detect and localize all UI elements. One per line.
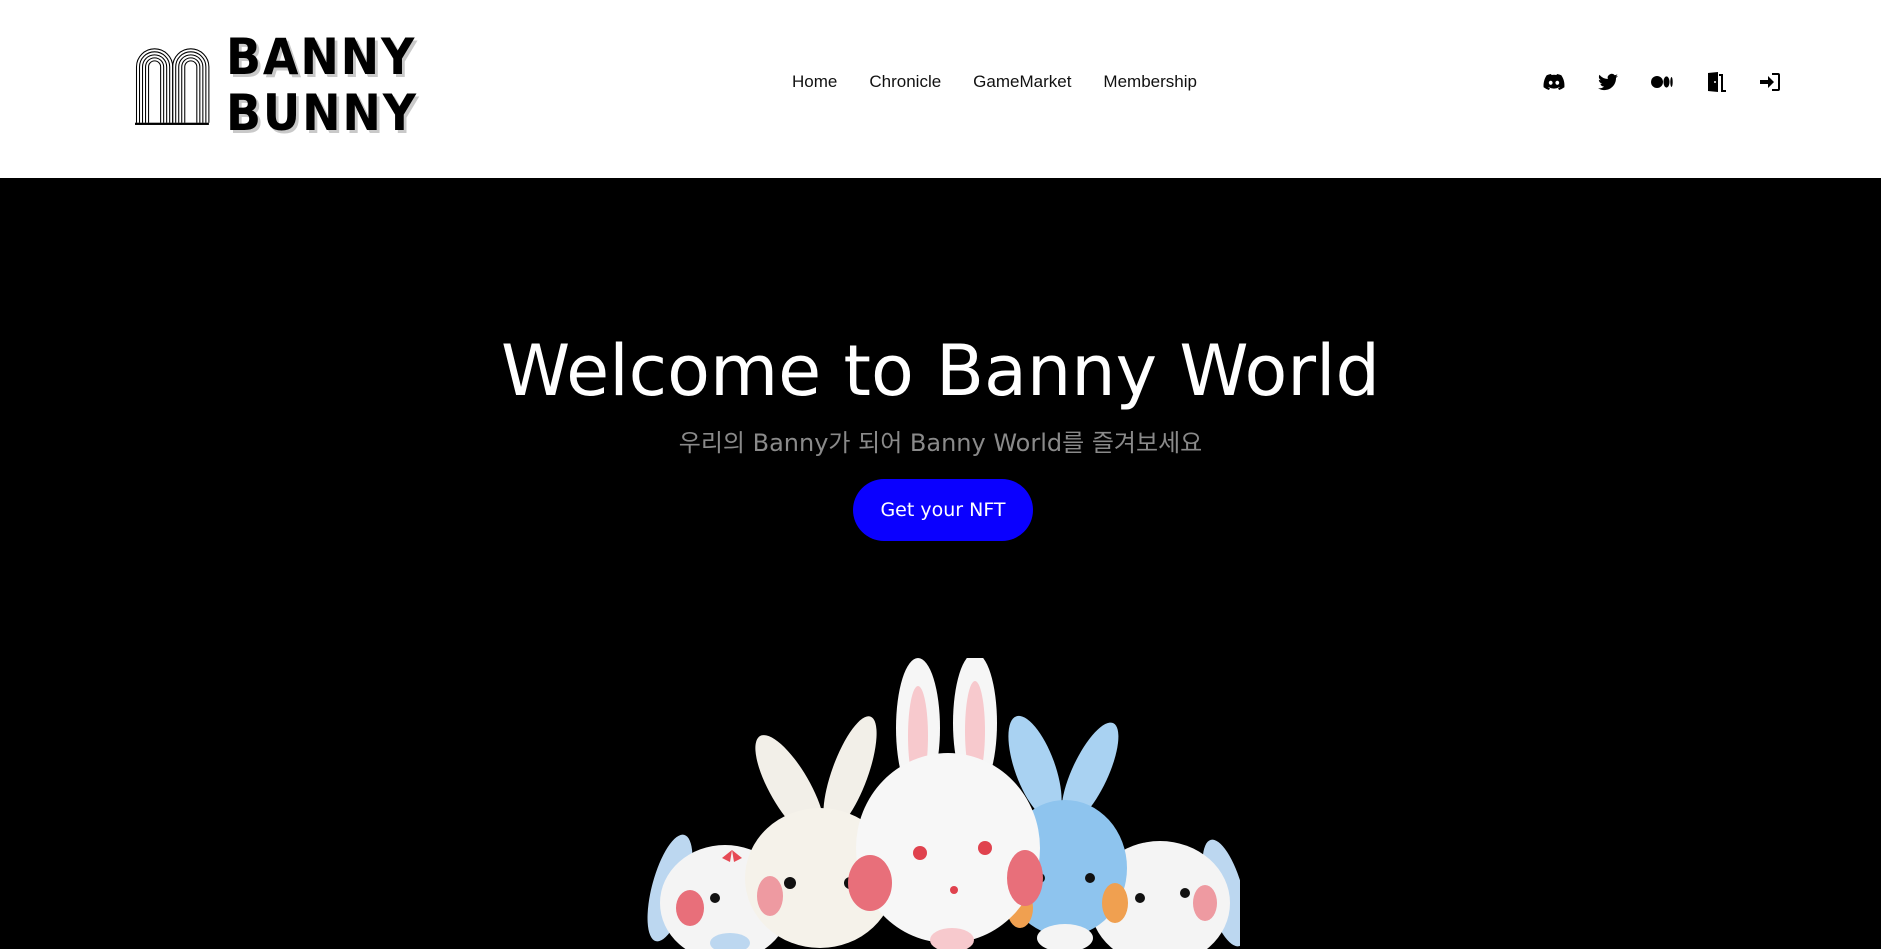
brand-logo[interactable]: BANNY BUNNY (135, 29, 435, 141)
main-nav: Home Chronicle GameMarket Membership (792, 72, 1197, 92)
get-nft-button[interactable]: Get your NFT (853, 479, 1033, 541)
nav-gamemarket[interactable]: GameMarket (973, 72, 1071, 92)
hero-section: Welcome to Banny World 우리의 Banny가 되어 Ban… (0, 178, 1881, 949)
nav-membership[interactable]: Membership (1103, 72, 1197, 92)
hero-subtitle: 우리의 Banny가 되어 Banny World를 즐겨보세요 (678, 429, 1203, 457)
nav-chronicle[interactable]: Chronicle (869, 72, 941, 92)
nav-home[interactable]: Home (792, 72, 837, 92)
bunny-center (848, 658, 1043, 949)
door-icon[interactable] (1704, 70, 1728, 94)
twitter-icon[interactable] (1596, 70, 1620, 94)
discord-icon[interactable] (1542, 70, 1566, 94)
brand-line-1: BANNY (226, 28, 417, 86)
brand-wordmark: BANNY BUNNY (226, 29, 418, 141)
brand-line-2: BUNNY (226, 84, 419, 142)
medium-icon[interactable] (1650, 70, 1674, 94)
hero-title: Welcome to Banny World (501, 330, 1380, 412)
logo-arches-icon (135, 48, 210, 125)
site-header: BANNY BUNNY Home Chronicle GameMarket Me… (0, 0, 1881, 178)
header-icons (1542, 70, 1782, 94)
sign-in-icon[interactable] (1758, 70, 1782, 94)
bunnies-illustration (647, 658, 1240, 949)
